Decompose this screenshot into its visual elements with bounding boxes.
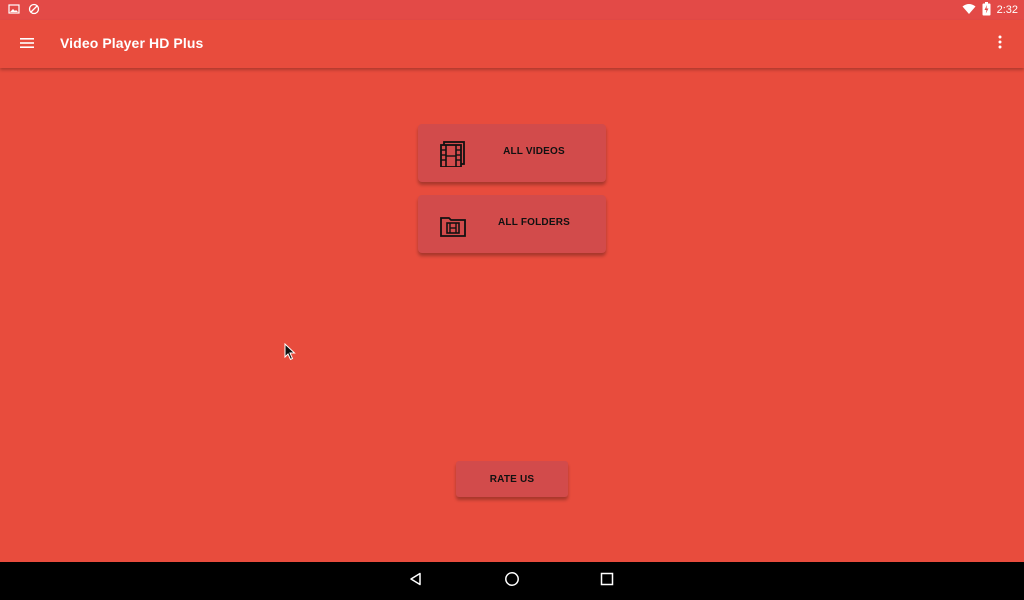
navigation-menu-button[interactable] xyxy=(14,32,40,56)
home-circle-icon xyxy=(504,571,520,592)
all-folders-label: ALL FOLDERS xyxy=(497,217,570,228)
sync-disabled-icon xyxy=(28,3,40,18)
mouse-cursor-icon xyxy=(284,342,296,361)
more-vertical-icon xyxy=(998,35,1002,54)
all-videos-label: ALL VIDEOS xyxy=(503,146,565,157)
all-videos-button[interactable]: ALL VIDEOS xyxy=(418,124,606,182)
rate-us-button[interactable]: RATE US xyxy=(456,461,568,497)
recents-button[interactable] xyxy=(596,570,618,592)
hamburger-menu-icon xyxy=(20,35,34,53)
status-time: 2:32 xyxy=(996,4,1018,16)
battery-charging-icon xyxy=(982,1,991,19)
recents-square-icon xyxy=(600,572,614,591)
system-nav-bar xyxy=(0,562,1024,600)
app-bar: Video Player HD Plus xyxy=(0,20,1024,68)
overflow-menu-button[interactable] xyxy=(988,32,1012,56)
back-triangle-icon xyxy=(409,572,423,591)
status-left-icons xyxy=(8,3,40,18)
wifi-icon xyxy=(962,3,976,18)
all-folders-button[interactable]: ALL FOLDERS xyxy=(418,195,606,253)
image-icon xyxy=(8,3,20,18)
status-right-icons: 2:32 xyxy=(962,1,1018,19)
back-button[interactable] xyxy=(405,570,427,592)
app-title: Video Player HD Plus xyxy=(60,35,204,51)
screen: 2:32 Video Player HD Plus ALL VIDEOS ALL… xyxy=(0,0,1024,600)
home-button[interactable] xyxy=(501,570,523,592)
status-bar: 2:32 xyxy=(0,0,1024,20)
